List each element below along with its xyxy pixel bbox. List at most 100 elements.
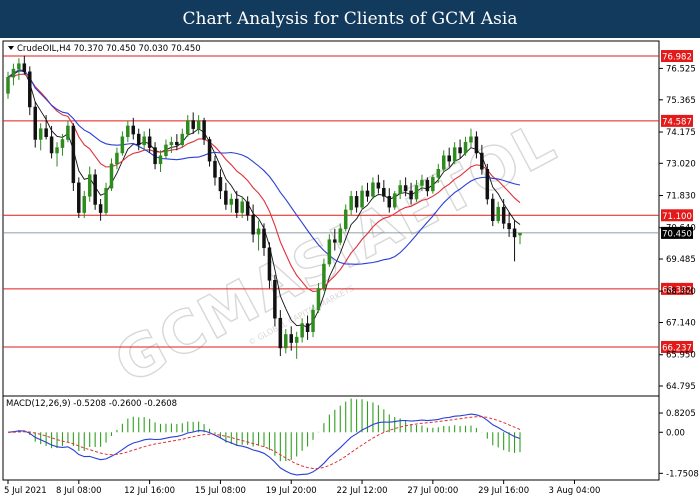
watermark: GCMASIAETOL © GLOBAL CAPITAL MARKETS <box>103 107 568 398</box>
price-header: CrudeOIL,H4 70.370 70.450 70.030 70.450 <box>8 44 201 54</box>
level-label-0: 76.982 <box>662 53 692 63</box>
candle-body <box>474 136 479 154</box>
candle-body <box>512 228 517 238</box>
candle-body <box>469 136 473 143</box>
candle-body <box>202 120 206 140</box>
price-tick-label-10: 64.795 <box>666 382 696 392</box>
candle-body <box>267 247 272 281</box>
candle-body <box>126 125 130 138</box>
time-tick-label-2: 12 Jul 16:00 <box>124 486 175 496</box>
time-tick-label-7: 29 Jul 16:00 <box>478 486 529 496</box>
candle-body <box>316 288 321 311</box>
candle-body <box>33 106 37 140</box>
candle-body <box>44 128 48 138</box>
level-label-1: 74.587 <box>662 117 692 127</box>
candle-body <box>131 125 136 135</box>
candle-body <box>425 179 430 192</box>
candle-body <box>17 63 21 70</box>
candle-body <box>441 155 446 170</box>
price-tick-label-7: 68.300 <box>666 287 696 297</box>
candle-body <box>191 120 195 129</box>
candle-body <box>245 201 250 216</box>
macd-header-text: MACD(12,26,9) -0.5208 -0.2600 -0.2608 <box>6 399 177 409</box>
time-tick-label-3: 15 Jul 08:00 <box>195 486 246 496</box>
candle-body <box>447 155 451 162</box>
candle-body <box>251 215 255 235</box>
candle-body <box>224 190 228 205</box>
candle-body <box>71 125 76 184</box>
price-header-text: CrudeOIL,H4 70.370 70.450 70.030 70.450 <box>17 44 201 54</box>
candle-body <box>294 336 299 343</box>
triangle-down-icon[interactable] <box>8 46 14 50</box>
price-tick-label-3: 73.020 <box>666 159 696 169</box>
candle-body <box>278 317 283 349</box>
candle-body <box>360 190 364 208</box>
candle-body <box>458 147 462 154</box>
candle-body <box>196 120 201 129</box>
candle-body <box>485 169 490 200</box>
candle-body <box>343 209 348 230</box>
candle-body <box>327 239 332 265</box>
chart-frame: GCMASIAETOL © GLOBAL CAPITAL MARKETS 76.… <box>0 38 700 500</box>
candle-body <box>420 179 424 186</box>
candle-body <box>480 152 484 170</box>
price-tick-label-1: 75.365 <box>666 96 696 106</box>
candle-body <box>147 136 152 148</box>
macd-tick-label-2: -1.7508 <box>666 469 699 479</box>
candle-body <box>273 280 277 319</box>
candle-body <box>87 174 92 197</box>
candle-body <box>392 193 397 208</box>
candle-body <box>22 63 27 73</box>
candle-body <box>311 309 315 332</box>
candle-body <box>338 228 343 243</box>
candle-body <box>11 68 16 78</box>
candle-body <box>229 198 234 205</box>
price-tick-label-2: 74.175 <box>666 128 696 138</box>
chart-banner-title: Chart Analysis for Clients of GCM Asia <box>0 0 700 38</box>
candle-body <box>169 141 174 146</box>
time-tick-label-1: 8 Jul 08:00 <box>56 486 102 496</box>
candle-body <box>93 174 97 205</box>
candle-body <box>382 187 386 197</box>
candle-body <box>300 323 304 338</box>
candle-body <box>491 198 495 221</box>
candle-body <box>403 185 408 192</box>
candle-body <box>164 144 168 156</box>
candle-body <box>115 152 119 165</box>
candle-body <box>284 334 288 349</box>
time-tick-label-5: 22 Jul 12:00 <box>337 486 388 496</box>
candle-body <box>77 182 81 213</box>
candle-body <box>256 228 261 235</box>
candle-body <box>333 239 337 243</box>
price-tick-label-9: 65.950 <box>666 351 696 361</box>
candle-body <box>82 196 87 213</box>
chart-svg[interactable]: GCMASIAETOL © GLOBAL CAPITAL MARKETS 76.… <box>0 38 700 500</box>
candle-body <box>322 263 326 289</box>
candle-body <box>431 177 435 192</box>
time-tick-label-4: 19 Jul 20:00 <box>266 486 317 496</box>
price-tick-label-4: 71.830 <box>666 192 696 202</box>
candle-body <box>496 206 500 221</box>
candle-body <box>207 139 212 162</box>
level-label-2: 71.100 <box>662 212 692 222</box>
candle-body <box>501 206 506 224</box>
candle-body <box>218 177 223 192</box>
candle-body <box>354 196 359 208</box>
candle-body <box>213 160 217 178</box>
macd-tick-label-1: 0.00 <box>666 428 685 438</box>
candle-body <box>387 196 392 208</box>
candle-body <box>398 185 402 194</box>
watermark-text: GCMASIAETOL <box>104 108 567 397</box>
time-tick-label-6: 27 Jul 00:00 <box>407 486 458 496</box>
candle-body <box>289 334 293 343</box>
candle-body <box>235 198 239 213</box>
price-tick-label-8: 67.140 <box>666 319 696 329</box>
candle-body <box>436 169 441 178</box>
price-tick-label-0: 76.525 <box>666 64 696 74</box>
candle-body <box>49 136 54 154</box>
price-tick-label-6: 69.485 <box>666 255 696 265</box>
candle-body <box>104 187 108 213</box>
candle-body <box>142 136 146 146</box>
candle-body <box>136 133 141 146</box>
candle-body <box>262 228 266 249</box>
